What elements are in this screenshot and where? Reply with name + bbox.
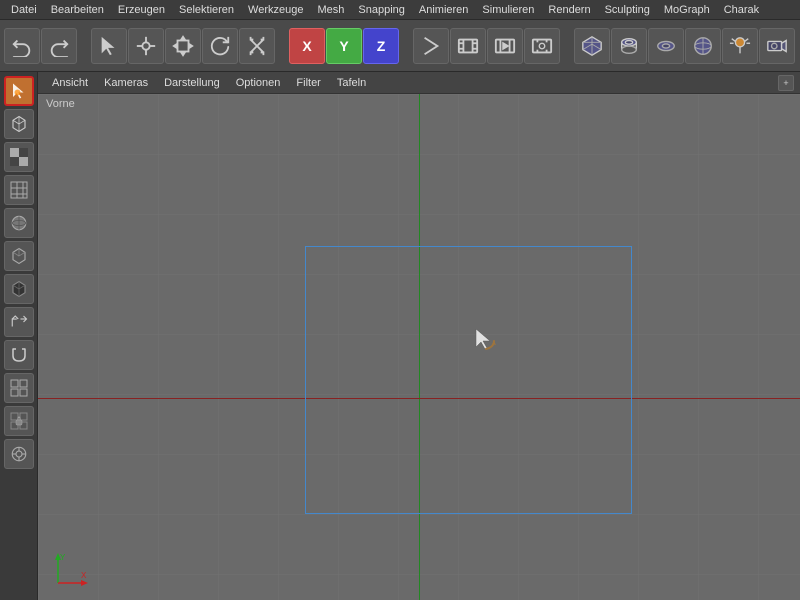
menu-charak[interactable]: Charak (717, 2, 766, 18)
film-strip-button[interactable] (450, 28, 486, 64)
viewport-menu-darstellung[interactable]: Darstellung (156, 75, 228, 91)
cursor-indicator (472, 327, 500, 360)
torus3d-button[interactable] (648, 28, 684, 64)
menu-rendern[interactable]: Rendern (541, 2, 597, 18)
sphere-icon-button[interactable] (4, 208, 34, 238)
viewport-expand-btn[interactable]: + (778, 75, 794, 91)
menu-bar: Datei Bearbeiten Erzeugen Selektieren We… (0, 0, 800, 20)
viewport-expand-btns: + (778, 75, 794, 91)
viewport[interactable]: Ansicht Kameras Darstellung Optionen Fil… (38, 72, 800, 600)
svg-text:Y: Y (60, 553, 66, 562)
menu-selektieren[interactable]: Selektieren (172, 2, 241, 18)
cube3d-button[interactable] (574, 28, 610, 64)
viewport-menu-kameras[interactable]: Kameras (96, 75, 156, 91)
menu-werkzeuge[interactable]: Werkzeuge (241, 2, 310, 18)
radial-button[interactable] (4, 439, 34, 469)
grid2-button[interactable] (4, 373, 34, 403)
xyz-group: X Y Z (289, 28, 399, 64)
menu-simulieren[interactable]: Simulieren (475, 2, 541, 18)
arrow-tool-button[interactable] (91, 28, 127, 64)
grid-svg (38, 94, 800, 600)
primitives-group (574, 28, 795, 64)
snap-arrow-button[interactable] (4, 307, 34, 337)
ring3d-button[interactable] (611, 28, 647, 64)
checker-button[interactable] (4, 142, 34, 172)
lock-grid-button[interactable] (4, 406, 34, 436)
grid-button[interactable] (4, 175, 34, 205)
arrow-right-button[interactable] (413, 28, 449, 64)
svg-text:X: X (81, 571, 87, 580)
active-tool-button[interactable] (4, 76, 34, 106)
film-settings-button[interactable] (524, 28, 560, 64)
redo-button[interactable] (41, 28, 77, 64)
scale-button[interactable] (239, 28, 275, 64)
y-axis-button[interactable]: Y (326, 28, 362, 64)
menu-mograph[interactable]: MoGraph (657, 2, 717, 18)
selection-tools-group (91, 28, 275, 64)
undo-button[interactable] (4, 28, 40, 64)
viewport-menu-tafeln[interactable]: Tafeln (329, 75, 374, 91)
cube-outline-button[interactable] (4, 241, 34, 271)
lamp3d-button[interactable] (722, 28, 758, 64)
axis-green-line (419, 94, 420, 600)
anim-group (413, 28, 560, 64)
selected-object-rect (305, 246, 633, 514)
viewport-label: Vorne (46, 98, 75, 110)
crosshair-button[interactable] (128, 28, 164, 64)
x-axis-button[interactable]: X (289, 28, 325, 64)
move-button[interactable] (165, 28, 201, 64)
viewport-menu-filter[interactable]: Filter (288, 75, 328, 91)
axis-red-line (38, 398, 800, 399)
menu-snapping[interactable]: Snapping (351, 2, 412, 18)
viewport-menu-optionen[interactable]: Optionen (228, 75, 289, 91)
canvas-area[interactable]: Vorne (38, 94, 800, 600)
viewport-menu-ansicht[interactable]: Ansicht (44, 75, 96, 91)
viewport-topbar: Ansicht Kameras Darstellung Optionen Fil… (38, 72, 800, 94)
undo-redo-group (4, 28, 77, 64)
camera3d-button[interactable] (759, 28, 795, 64)
z-axis-button[interactable]: Z (363, 28, 399, 64)
menu-bearbeiten[interactable]: Bearbeiten (44, 2, 111, 18)
menu-mesh[interactable]: Mesh (310, 2, 351, 18)
magnet-button[interactable] (4, 340, 34, 370)
sphere3d-button[interactable] (685, 28, 721, 64)
menu-animieren[interactable]: Animieren (412, 2, 476, 18)
film-play-button[interactable] (487, 28, 523, 64)
menu-sculpting[interactable]: Sculpting (598, 2, 657, 18)
toolbar: X Y Z (0, 20, 800, 72)
cube-dark-button[interactable] (4, 274, 34, 304)
menu-datei[interactable]: Datei (4, 2, 44, 18)
left-sidebar (0, 72, 38, 600)
menu-erzeugen[interactable]: Erzeugen (111, 2, 172, 18)
main-area: Ansicht Kameras Darstellung Optionen Fil… (0, 72, 800, 600)
axis-indicator: Y X (48, 548, 88, 588)
cube-white-button[interactable] (4, 109, 34, 139)
rotate-button[interactable] (202, 28, 238, 64)
